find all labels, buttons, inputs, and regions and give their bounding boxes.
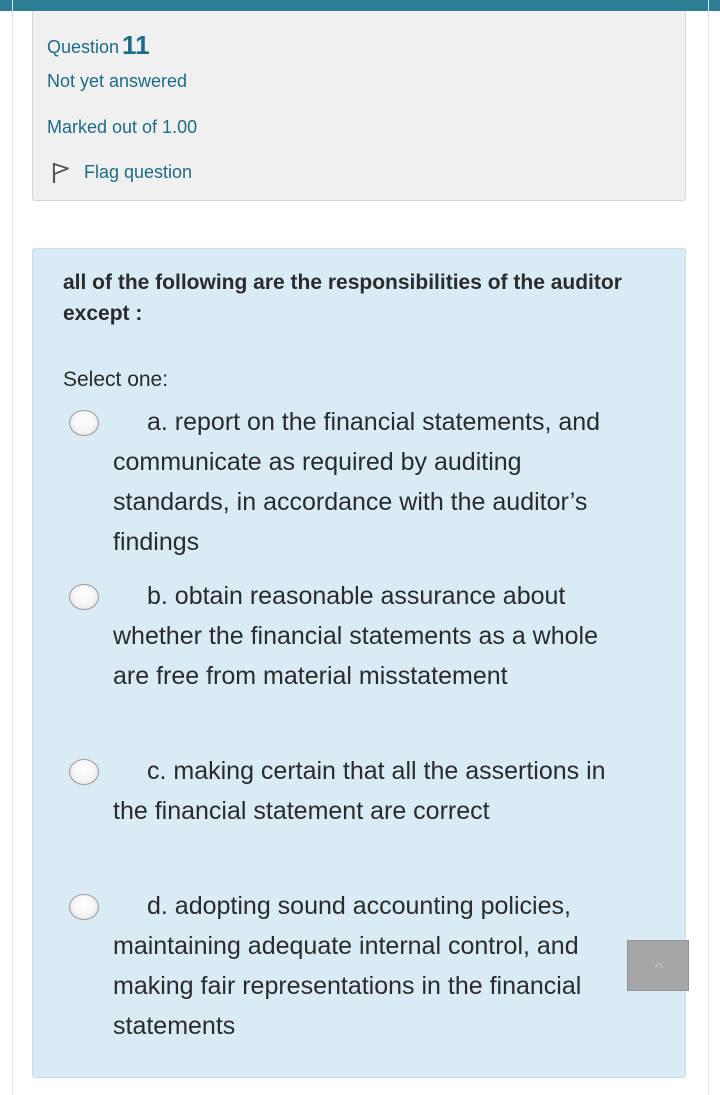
select-one-prompt: Select one: bbox=[63, 368, 169, 391]
radio-button-d[interactable] bbox=[69, 894, 99, 920]
answer-option-d[interactable]: d. adopting sound accounting policies, m… bbox=[69, 886, 629, 1051]
answer-option-a[interactable]: a. report on the financial statements, a… bbox=[69, 402, 629, 567]
answer-option-b[interactable]: b. obtain reasonable assurance about whe… bbox=[69, 576, 629, 741]
question-label: Question bbox=[47, 37, 120, 57]
radio-button-a[interactable] bbox=[69, 410, 99, 436]
answer-option-label: b. obtain reasonable assurance about whe… bbox=[113, 582, 598, 690]
answer-option-label: c. making certain that all the assertion… bbox=[113, 757, 606, 825]
header-bar bbox=[0, 0, 720, 11]
chevron-up-icon bbox=[654, 961, 664, 968]
question-state: Not yet answered bbox=[47, 71, 188, 91]
page-border-left bbox=[12, 0, 13, 1095]
page-border-right bbox=[708, 0, 709, 1095]
scroll-to-top-button[interactable] bbox=[627, 940, 689, 991]
answer-option-label: d. adopting sound accounting policies, m… bbox=[113, 892, 582, 1040]
question-text: all of the following are the responsibil… bbox=[63, 271, 622, 325]
question-grade: Marked out of 1.00 bbox=[47, 117, 198, 137]
flag-question-label: Flag question bbox=[84, 162, 193, 182]
question-content-panel: all of the following are the responsibil… bbox=[32, 248, 686, 1078]
answer-option-c[interactable]: c. making certain that all the assertion… bbox=[69, 751, 629, 876]
question-info-panel: Question 11 Not yet answered Marked out o… bbox=[32, 11, 686, 201]
radio-button-c[interactable] bbox=[69, 759, 99, 785]
question-number-heading: Question 11 bbox=[47, 29, 150, 60]
radio-button-b[interactable] bbox=[69, 584, 99, 610]
flag-icon bbox=[52, 163, 69, 183]
answer-option-label: a. report on the financial statements, a… bbox=[113, 408, 601, 556]
question-number: 11 bbox=[122, 30, 150, 60]
